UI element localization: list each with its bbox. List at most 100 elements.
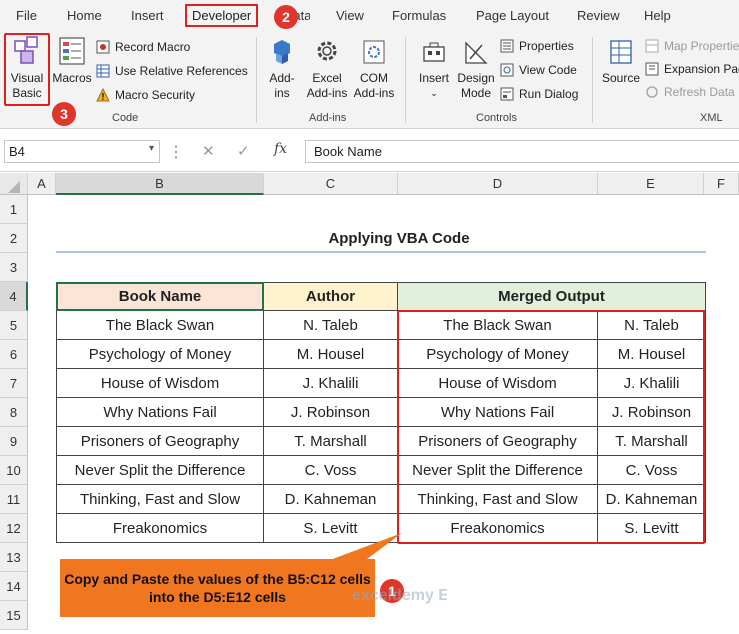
- design-mode-icon: [465, 41, 488, 64]
- tab-page-layout[interactable]: Page Layout: [476, 8, 549, 23]
- step-badge-2: 2: [274, 5, 298, 29]
- macros-button[interactable]: Macros: [52, 35, 92, 86]
- view-code-button[interactable]: View Code: [500, 60, 577, 80]
- addins-button[interactable]: Add-ins: [262, 37, 302, 101]
- row-header-14[interactable]: 14: [0, 572, 28, 601]
- select-all-corner[interactable]: [0, 173, 28, 195]
- refresh-icon: [646, 86, 658, 98]
- row-header-9[interactable]: 9: [0, 427, 28, 456]
- step-badge-3: 3: [52, 102, 76, 126]
- xml-source-button[interactable]: Source: [599, 37, 643, 86]
- row-header-8[interactable]: 8: [0, 398, 28, 427]
- cell-author[interactable]: J. Khalili: [264, 369, 398, 398]
- map-properties-button[interactable]: Map Properties: [645, 36, 739, 56]
- cell-book-name[interactable]: Why Nations Fail: [56, 398, 264, 427]
- insert-function-icon[interactable]: fx: [274, 141, 287, 157]
- cell-book-name[interactable]: The Black Swan: [56, 311, 264, 340]
- cell-book-name[interactable]: Thinking, Fast and Slow: [56, 485, 264, 514]
- column-header-a[interactable]: A: [28, 173, 56, 195]
- row-header-11[interactable]: 11: [0, 485, 28, 514]
- formula-input[interactable]: Book Name: [305, 140, 739, 163]
- cell-book-name[interactable]: Freakonomics: [56, 514, 264, 543]
- chevron-down-icon[interactable]: ▾: [149, 143, 154, 154]
- cell-book-name[interactable]: House of Wisdom: [56, 369, 264, 398]
- tab-file[interactable]: File: [16, 8, 37, 23]
- macro-security-button[interactable]: Macro Security: [96, 85, 195, 105]
- title-underline: [56, 251, 706, 253]
- row-header-5[interactable]: 5: [0, 311, 28, 340]
- cell-author[interactable]: J. Robinson: [264, 398, 398, 427]
- macros-icon: [59, 37, 85, 65]
- excel-addins-button[interactable]: Excel Add-ins: [303, 37, 351, 101]
- column-header-e[interactable]: E: [598, 173, 704, 195]
- insert-control-label: Insert: [418, 71, 449, 85]
- tab-review[interactable]: Review: [577, 8, 620, 23]
- group-divider: [256, 37, 257, 123]
- tab-view[interactable]: View: [336, 8, 364, 23]
- tab-developer[interactable]: Developer: [185, 4, 259, 27]
- properties-button[interactable]: Properties: [500, 36, 574, 56]
- relative-references-icon: [96, 64, 110, 78]
- header-author[interactable]: Author: [264, 282, 398, 311]
- cancel-icon[interactable]: ✕: [202, 142, 215, 160]
- run-dialog-icon: [500, 87, 514, 101]
- column-header-c[interactable]: C: [264, 173, 398, 195]
- tab-help[interactable]: Help: [644, 8, 671, 23]
- toolbox-icon: [423, 42, 445, 62]
- formula-bar: B4 ▾ ⋮ ✕ ✓ fx Book Name: [0, 130, 739, 172]
- cell-book-name[interactable]: Never Split the Difference: [56, 456, 264, 485]
- row-header-6[interactable]: 6: [0, 340, 28, 369]
- tab-insert[interactable]: Insert: [131, 8, 164, 23]
- merged-output-highlight: [397, 310, 705, 544]
- tab-formulas[interactable]: Formulas: [392, 8, 446, 23]
- visual-basic-icon: [14, 36, 38, 64]
- row-header-13[interactable]: 13: [0, 543, 28, 572]
- row-header-12[interactable]: 12: [0, 514, 28, 543]
- column-header-d[interactable]: D: [398, 173, 598, 195]
- com-addins-button[interactable]: COM Add-ins: [351, 37, 397, 101]
- view-code-icon: [500, 63, 514, 77]
- cell-author[interactable]: M. Housel: [264, 340, 398, 369]
- header-merged-output[interactable]: Merged Output: [398, 282, 706, 311]
- insert-control-button[interactable]: Insert ⌄: [412, 37, 456, 101]
- cell-author[interactable]: N. Taleb: [264, 311, 398, 340]
- addins-label: Add-ins: [269, 71, 295, 100]
- chevron-down-icon: ⌄: [430, 88, 438, 98]
- cell-author[interactable]: T. Marshall: [264, 427, 398, 456]
- run-dialog-label: Run Dialog: [519, 87, 579, 101]
- enter-icon[interactable]: ✓: [237, 142, 250, 160]
- cell-author[interactable]: D. Kahneman: [264, 485, 398, 514]
- row-header-4[interactable]: 4: [0, 282, 28, 311]
- run-dialog-button[interactable]: Run Dialog: [500, 84, 578, 104]
- row-header-2[interactable]: 2: [0, 224, 28, 253]
- instruction-callout: Copy and Paste the values of the B5:C12 …: [60, 559, 375, 617]
- header-book-name[interactable]: Book Name: [56, 282, 264, 311]
- name-box-value: B4: [9, 144, 25, 159]
- cell-author[interactable]: C. Voss: [264, 456, 398, 485]
- view-code-label: View Code: [519, 63, 577, 77]
- controls-group-label: Controls: [476, 112, 517, 124]
- sheet-title[interactable]: Applying VBA Code: [264, 224, 534, 253]
- name-box[interactable]: B4 ▾: [4, 140, 160, 163]
- cell-book-name[interactable]: Psychology of Money: [56, 340, 264, 369]
- expansion-packs-button[interactable]: Expansion Packs: [645, 59, 739, 79]
- column-header-b[interactable]: B: [56, 173, 264, 195]
- group-divider: [405, 37, 406, 123]
- warning-icon: [96, 88, 110, 102]
- design-mode-button[interactable]: Design Mode: [455, 37, 497, 101]
- row-header-7[interactable]: 7: [0, 369, 28, 398]
- tab-home[interactable]: Home: [67, 8, 102, 23]
- column-header-f[interactable]: F: [704, 173, 739, 195]
- row-header-3[interactable]: 3: [0, 253, 28, 282]
- row-header-1[interactable]: 1: [0, 195, 28, 224]
- visual-basic-button[interactable]: Visual Basic: [6, 35, 48, 101]
- row-header-15[interactable]: 15: [0, 601, 28, 630]
- row-header-10[interactable]: 10: [0, 456, 28, 485]
- map-properties-icon: [645, 39, 659, 53]
- tab-data[interactable]: Data: [296, 8, 310, 23]
- use-relative-references-button[interactable]: Use Relative References: [96, 61, 248, 81]
- refresh-data-button[interactable]: Refresh Data: [645, 82, 735, 102]
- record-macro-button[interactable]: Record Macro: [96, 37, 190, 57]
- cell-book-name[interactable]: Prisoners of Geography: [56, 427, 264, 456]
- xml-source-icon: [610, 40, 632, 64]
